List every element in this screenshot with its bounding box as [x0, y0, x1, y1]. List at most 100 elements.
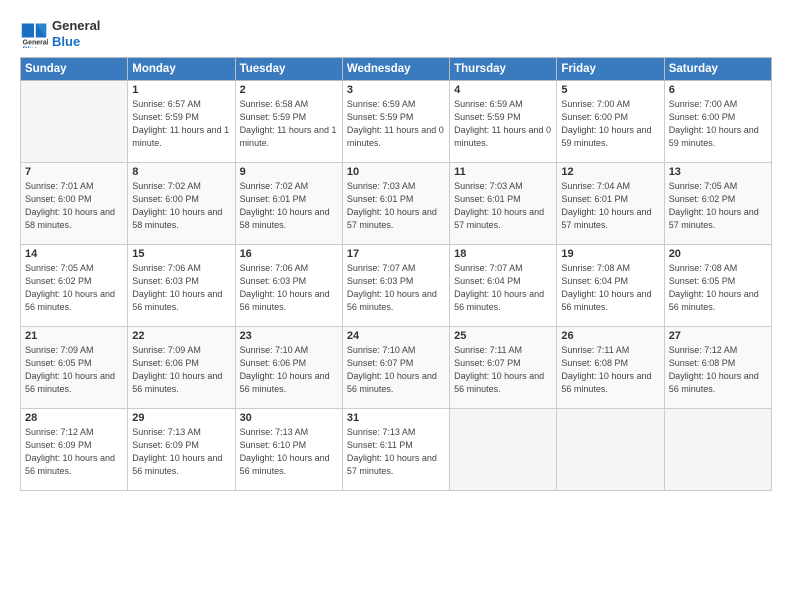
day-cell: 10 Sunrise: 7:03 AM Sunset: 6:01 PM Dayl… — [342, 163, 449, 245]
day-info: Sunrise: 7:05 AM Sunset: 6:02 PM Dayligh… — [669, 180, 767, 232]
week-row-2: 7 Sunrise: 7:01 AM Sunset: 6:00 PM Dayli… — [21, 163, 772, 245]
col-monday: Monday — [128, 58, 235, 81]
day-info: Sunrise: 7:00 AM Sunset: 6:00 PM Dayligh… — [561, 98, 659, 150]
day-info: Sunrise: 7:04 AM Sunset: 6:01 PM Dayligh… — [561, 180, 659, 232]
day-cell: 18 Sunrise: 7:07 AM Sunset: 6:04 PM Dayl… — [450, 245, 557, 327]
day-number: 23 — [240, 330, 338, 342]
day-info: Sunrise: 7:05 AM Sunset: 6:02 PM Dayligh… — [25, 262, 123, 314]
day-info: Sunrise: 7:06 AM Sunset: 6:03 PM Dayligh… — [240, 262, 338, 314]
day-number: 9 — [240, 166, 338, 178]
day-info: Sunrise: 7:11 AM Sunset: 6:08 PM Dayligh… — [561, 344, 659, 396]
day-number: 15 — [132, 248, 230, 260]
day-cell: 23 Sunrise: 7:10 AM Sunset: 6:06 PM Dayl… — [235, 327, 342, 409]
svg-text:General: General — [23, 39, 48, 46]
day-cell: 14 Sunrise: 7:05 AM Sunset: 6:02 PM Dayl… — [21, 245, 128, 327]
day-cell — [557, 409, 664, 491]
day-info: Sunrise: 6:57 AM Sunset: 5:59 PM Dayligh… — [132, 98, 230, 150]
day-cell: 9 Sunrise: 7:02 AM Sunset: 6:01 PM Dayli… — [235, 163, 342, 245]
day-info: Sunrise: 7:01 AM Sunset: 6:00 PM Dayligh… — [25, 180, 123, 232]
day-cell: 12 Sunrise: 7:04 AM Sunset: 6:01 PM Dayl… — [557, 163, 664, 245]
col-thursday: Thursday — [450, 58, 557, 81]
header: General Blue General Blue — [20, 18, 772, 49]
day-number: 24 — [347, 330, 445, 342]
day-info: Sunrise: 7:02 AM Sunset: 6:01 PM Dayligh… — [240, 180, 338, 232]
svg-text:Blue: Blue — [23, 46, 38, 48]
day-cell: 24 Sunrise: 7:10 AM Sunset: 6:07 PM Dayl… — [342, 327, 449, 409]
day-number: 2 — [240, 84, 338, 96]
week-row-1: 1 Sunrise: 6:57 AM Sunset: 5:59 PM Dayli… — [21, 81, 772, 163]
day-cell: 3 Sunrise: 6:59 AM Sunset: 5:59 PM Dayli… — [342, 81, 449, 163]
day-cell: 29 Sunrise: 7:13 AM Sunset: 6:09 PM Dayl… — [128, 409, 235, 491]
day-number: 6 — [669, 84, 767, 96]
day-number: 29 — [132, 412, 230, 424]
day-number: 27 — [669, 330, 767, 342]
day-info: Sunrise: 7:00 AM Sunset: 6:00 PM Dayligh… — [669, 98, 767, 150]
day-number: 28 — [25, 412, 123, 424]
day-info: Sunrise: 7:06 AM Sunset: 6:03 PM Dayligh… — [132, 262, 230, 314]
day-info: Sunrise: 7:08 AM Sunset: 6:04 PM Dayligh… — [561, 262, 659, 314]
week-row-3: 14 Sunrise: 7:05 AM Sunset: 6:02 PM Dayl… — [21, 245, 772, 327]
day-number: 8 — [132, 166, 230, 178]
day-info: Sunrise: 7:13 AM Sunset: 6:09 PM Dayligh… — [132, 426, 230, 478]
day-cell: 4 Sunrise: 6:59 AM Sunset: 5:59 PM Dayli… — [450, 81, 557, 163]
day-number: 5 — [561, 84, 659, 96]
day-cell — [21, 81, 128, 163]
day-number: 10 — [347, 166, 445, 178]
day-info: Sunrise: 7:11 AM Sunset: 6:07 PM Dayligh… — [454, 344, 552, 396]
day-number: 12 — [561, 166, 659, 178]
day-info: Sunrise: 6:58 AM Sunset: 5:59 PM Dayligh… — [240, 98, 338, 150]
day-cell: 30 Sunrise: 7:13 AM Sunset: 6:10 PM Dayl… — [235, 409, 342, 491]
day-number: 31 — [347, 412, 445, 424]
day-info: Sunrise: 7:12 AM Sunset: 6:08 PM Dayligh… — [669, 344, 767, 396]
day-number: 22 — [132, 330, 230, 342]
day-number: 1 — [132, 84, 230, 96]
day-cell — [664, 409, 771, 491]
day-info: Sunrise: 7:09 AM Sunset: 6:05 PM Dayligh… — [25, 344, 123, 396]
page: General Blue General Blue Sunday Monday … — [0, 0, 792, 612]
day-number: 20 — [669, 248, 767, 260]
week-row-5: 28 Sunrise: 7:12 AM Sunset: 6:09 PM Dayl… — [21, 409, 772, 491]
day-number: 21 — [25, 330, 123, 342]
day-info: Sunrise: 7:03 AM Sunset: 6:01 PM Dayligh… — [454, 180, 552, 232]
col-friday: Friday — [557, 58, 664, 81]
day-cell: 8 Sunrise: 7:02 AM Sunset: 6:00 PM Dayli… — [128, 163, 235, 245]
day-cell: 13 Sunrise: 7:05 AM Sunset: 6:02 PM Dayl… — [664, 163, 771, 245]
day-number: 19 — [561, 248, 659, 260]
day-cell: 1 Sunrise: 6:57 AM Sunset: 5:59 PM Dayli… — [128, 81, 235, 163]
col-sunday: Sunday — [21, 58, 128, 81]
calendar-table: Sunday Monday Tuesday Wednesday Thursday… — [20, 57, 772, 491]
day-cell: 22 Sunrise: 7:09 AM Sunset: 6:06 PM Dayl… — [128, 327, 235, 409]
day-info: Sunrise: 7:08 AM Sunset: 6:05 PM Dayligh… — [669, 262, 767, 314]
day-number: 25 — [454, 330, 552, 342]
day-info: Sunrise: 7:10 AM Sunset: 6:06 PM Dayligh… — [240, 344, 338, 396]
day-cell: 7 Sunrise: 7:01 AM Sunset: 6:00 PM Dayli… — [21, 163, 128, 245]
day-info: Sunrise: 7:12 AM Sunset: 6:09 PM Dayligh… — [25, 426, 123, 478]
day-number: 14 — [25, 248, 123, 260]
logo-text: General Blue — [52, 18, 100, 49]
logo: General Blue General Blue — [20, 18, 100, 49]
day-cell: 27 Sunrise: 7:12 AM Sunset: 6:08 PM Dayl… — [664, 327, 771, 409]
day-number: 11 — [454, 166, 552, 178]
day-cell: 26 Sunrise: 7:11 AM Sunset: 6:08 PM Dayl… — [557, 327, 664, 409]
day-number: 3 — [347, 84, 445, 96]
day-cell: 15 Sunrise: 7:06 AM Sunset: 6:03 PM Dayl… — [128, 245, 235, 327]
day-cell: 31 Sunrise: 7:13 AM Sunset: 6:11 PM Dayl… — [342, 409, 449, 491]
day-number: 26 — [561, 330, 659, 342]
day-info: Sunrise: 6:59 AM Sunset: 5:59 PM Dayligh… — [347, 98, 445, 150]
col-tuesday: Tuesday — [235, 58, 342, 81]
day-info: Sunrise: 7:13 AM Sunset: 6:11 PM Dayligh… — [347, 426, 445, 478]
day-info: Sunrise: 7:07 AM Sunset: 6:03 PM Dayligh… — [347, 262, 445, 314]
day-cell: 20 Sunrise: 7:08 AM Sunset: 6:05 PM Dayl… — [664, 245, 771, 327]
col-wednesday: Wednesday — [342, 58, 449, 81]
day-info: Sunrise: 6:59 AM Sunset: 5:59 PM Dayligh… — [454, 98, 552, 150]
day-cell: 5 Sunrise: 7:00 AM Sunset: 6:00 PM Dayli… — [557, 81, 664, 163]
day-cell — [450, 409, 557, 491]
day-cell: 25 Sunrise: 7:11 AM Sunset: 6:07 PM Dayl… — [450, 327, 557, 409]
day-info: Sunrise: 7:10 AM Sunset: 6:07 PM Dayligh… — [347, 344, 445, 396]
day-number: 4 — [454, 84, 552, 96]
day-info: Sunrise: 7:02 AM Sunset: 6:00 PM Dayligh… — [132, 180, 230, 232]
day-cell: 2 Sunrise: 6:58 AM Sunset: 5:59 PM Dayli… — [235, 81, 342, 163]
day-info: Sunrise: 7:03 AM Sunset: 6:01 PM Dayligh… — [347, 180, 445, 232]
day-number: 18 — [454, 248, 552, 260]
day-cell: 17 Sunrise: 7:07 AM Sunset: 6:03 PM Dayl… — [342, 245, 449, 327]
